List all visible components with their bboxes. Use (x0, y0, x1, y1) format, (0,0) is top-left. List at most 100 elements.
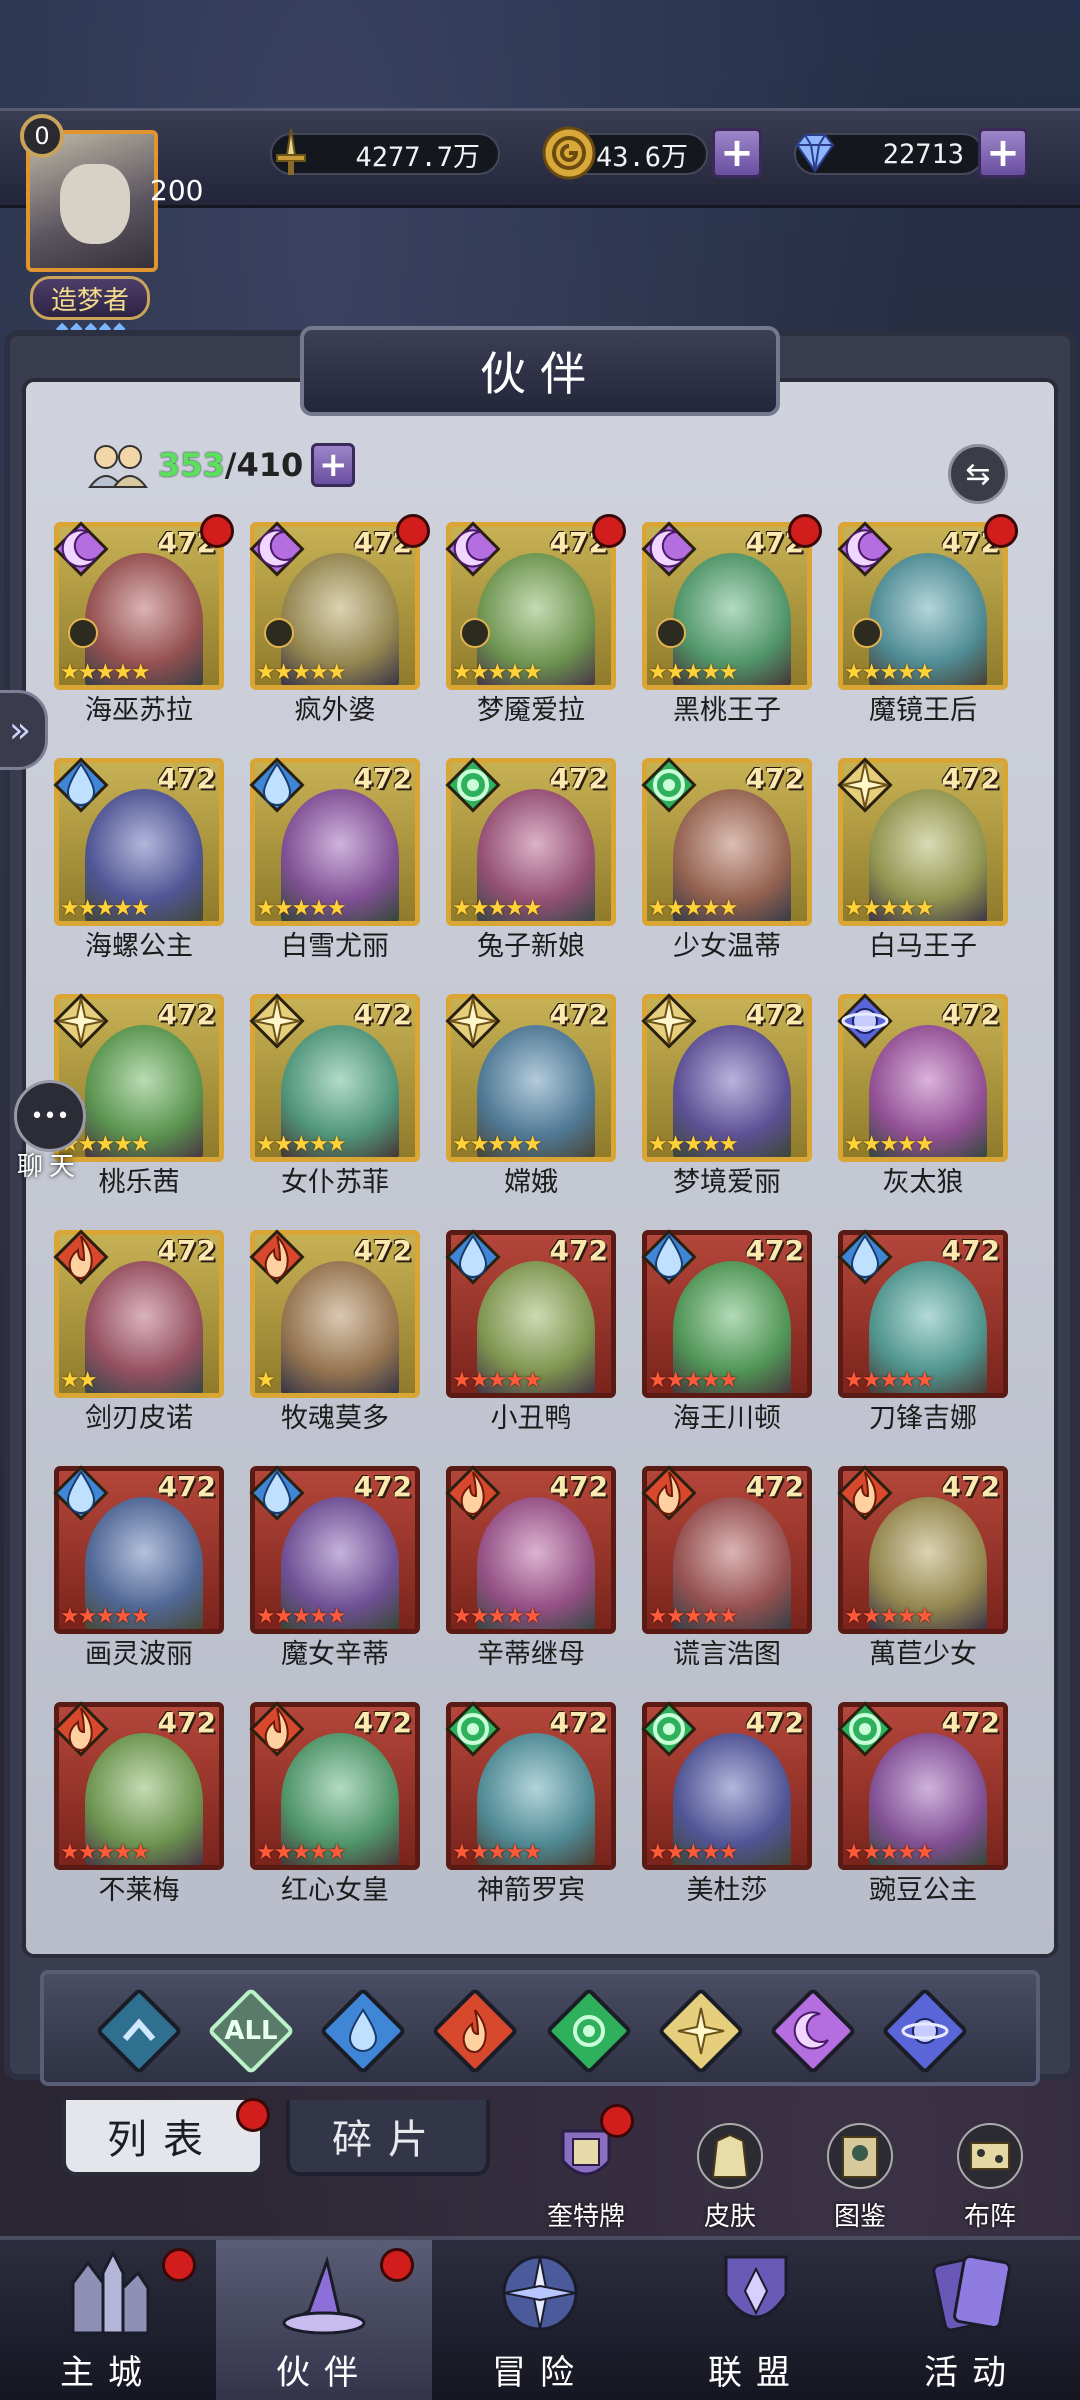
card-notification-dot (600, 2104, 634, 2138)
add-gold-button[interactable]: + (712, 128, 762, 178)
partner-card[interactable]: 472 ★★★★★ 兔子新娘 (445, 757, 616, 962)
player-level: 0 (34, 122, 50, 150)
water-element-icon (442, 1226, 504, 1288)
partner-stars: ★★★★★ (648, 1840, 739, 1865)
partner-card[interactable]: 472 ★★★★★ 疯外婆 (249, 514, 430, 726)
filter-fav-button[interactable] (95, 1987, 183, 2075)
filter-water-button[interactable] (319, 1987, 407, 2075)
filter-star-button[interactable] (881, 1987, 969, 2075)
partner-card[interactable]: 472 ★★★★★ 女仆苏菲 (249, 993, 420, 1198)
partner-level: 472 (941, 1234, 1000, 1267)
partner-level: 472 (941, 1706, 1000, 1739)
partner-card[interactable]: 472 ★★★★★ 白雪尤丽 (249, 757, 420, 962)
fire-element-icon (834, 1462, 896, 1524)
partner-level: 472 (941, 762, 1000, 795)
partner-level: 472 (157, 1470, 216, 1503)
filter-light-button[interactable] (657, 1987, 745, 2075)
partner-card[interactable]: 472 ★ 牧魂莫多 (249, 1229, 420, 1434)
partner-card[interactable]: 472 ★★★★★ 海螺公主 (53, 757, 224, 962)
side-expand-button[interactable]: » (0, 690, 48, 770)
partner-name: 牧魂莫多 (281, 1403, 389, 1434)
sort-swap-button[interactable]: ⇆ (948, 444, 1008, 504)
partner-card[interactable]: 472 ★★★★★ 少女温蒂 (641, 757, 812, 962)
partner-card[interactable]: 472 ★★★★★ 梦魇爱拉 (445, 514, 626, 726)
partner-stars: ★★★★★ (60, 1840, 151, 1865)
filter-wind-button[interactable] (545, 1987, 633, 2075)
partner-stars: ★★★★★ (648, 896, 739, 921)
partner-card[interactable]: 472 ★★★★★ 豌豆公主 (837, 1701, 1008, 1906)
partner-card[interactable]: 472 ★★★★★ 刀锋吉娜 (837, 1229, 1008, 1434)
player-title-badge[interactable]: 造梦者 (30, 276, 150, 320)
nav-castle[interactable]: 主城 (0, 2240, 216, 2400)
partner-card[interactable]: 472 ★★★★★ 谎言浩图 (641, 1465, 812, 1670)
partner-stars: ★★★★★ (60, 1604, 151, 1629)
light-element-icon (834, 754, 896, 816)
partner-card[interactable]: 472 ★★★★★ 嫦娥 (445, 993, 616, 1198)
partner-card[interactable]: 472 ★★★★★ 灰太狼 (837, 993, 1008, 1198)
gem-display: 22713 (794, 126, 984, 182)
nav-events-label: 活动 (924, 2353, 1020, 2393)
partner-card[interactable]: 472 ★★★★★ 魔镜王后 (837, 514, 1018, 726)
filter-all-button[interactable]: ALL (207, 1987, 295, 2075)
partner-stars: ★★★★★ (256, 896, 347, 921)
add-gems-button[interactable]: + (978, 128, 1028, 178)
partner-stars: ★★★★★ (648, 660, 739, 685)
partner-card[interactable]: 472 ★★★★★ 海王川顿 (641, 1229, 812, 1434)
filter-fire-button[interactable] (431, 1987, 519, 2075)
partner-card[interactable]: 472 ★★★★★ 黑桃王子 (641, 514, 822, 726)
partner-card[interactable]: 472 ★★★★★ 小丑鸭 (445, 1229, 616, 1434)
tab-fragments[interactable]: 碎片 (286, 2100, 490, 2176)
partner-card[interactable]: 472 ★★★★★ 神箭罗宾 (445, 1701, 616, 1906)
expand-capacity-button[interactable]: + (311, 443, 356, 487)
nav-adventure[interactable]: 冒险 (432, 2240, 648, 2400)
fire-element-icon (246, 1698, 308, 1760)
moon-element-icon (246, 518, 308, 580)
light-element-icon (658, 1988, 744, 2074)
nav-events[interactable]: 活动 (864, 2240, 1080, 2400)
partner-level: 472 (353, 998, 412, 1031)
partner-stars: ★★★★★ (844, 1132, 935, 1157)
tab-list[interactable]: 列表 (62, 2100, 264, 2176)
partner-stars: ★★★★★ (648, 1604, 739, 1629)
partner-name: 刀锋吉娜 (869, 1403, 977, 1434)
partner-card[interactable]: 472 ★★★★★ 海巫苏拉 (53, 514, 234, 726)
castle-icon (43, 2240, 173, 2345)
partner-card[interactable]: 472 ★★★★★ 白马王子 (837, 757, 1008, 962)
partner-card[interactable]: 472 ★★★★★ 不莱梅 (53, 1701, 224, 1906)
partner-stars: ★★★★★ (452, 1840, 543, 1865)
formation-button[interactable]: 布阵 (940, 2118, 1040, 2234)
chat-button[interactable]: ••• 聊天 (6, 1080, 92, 1182)
skins-button[interactable]: 皮肤 (680, 2118, 780, 2234)
partner-stars: ★★★★★ (452, 660, 543, 685)
partner-name: 白雪尤丽 (281, 931, 389, 962)
partner-card[interactable]: 472 ★★★★★ 萬苣少女 (837, 1465, 1008, 1670)
wind-element-icon (638, 754, 700, 816)
partner-card[interactable]: 472 ★★★★★ 红心女皇 (249, 1701, 420, 1906)
partner-name: 海螺公主 (85, 931, 193, 962)
partner-stars: ★★★★★ (844, 1840, 935, 1865)
partner-name: 兔子新娘 (477, 931, 585, 962)
tab-list-notification-dot (236, 2098, 270, 2132)
partner-card[interactable]: 472 ★★★★★ 辛蒂继母 (445, 1465, 616, 1670)
partner-notification-dot (396, 514, 430, 548)
gem-value: 22713 (882, 138, 964, 170)
partner-card[interactable]: 472 ★★★★★ 魔女辛蒂 (249, 1465, 420, 1670)
double-chevron-right-icon: » (8, 709, 32, 751)
filter-moon-button[interactable] (769, 1987, 857, 2075)
nav-alliance[interactable]: 联盟 (648, 2240, 864, 2400)
codex-button[interactable]: 图鉴 (810, 2118, 910, 2234)
partner-name: 少女温蒂 (673, 931, 781, 962)
nav-partners-label: 伙伴 (276, 2353, 372, 2393)
player-exp: 200 (150, 174, 204, 207)
nav-partners[interactable]: 伙伴 (216, 2240, 432, 2400)
partner-name: 海王川顿 (673, 1403, 781, 1434)
partner-card[interactable]: 472 ★★★★★ 美杜莎 (641, 1701, 812, 1906)
light-element-icon (50, 990, 112, 1052)
partner-level: 472 (549, 1234, 608, 1267)
codex-book-icon (820, 2118, 900, 2194)
partner-name: 画灵波丽 (85, 1639, 193, 1670)
partner-card[interactable]: 472 ★★★★★ 梦境爱丽 (641, 993, 812, 1198)
partner-card[interactable]: 472 ★★ 剑刃皮诺 (53, 1229, 224, 1434)
partner-level: 472 (353, 1234, 412, 1267)
partner-card[interactable]: 472 ★★★★★ 画灵波丽 (53, 1465, 224, 1670)
